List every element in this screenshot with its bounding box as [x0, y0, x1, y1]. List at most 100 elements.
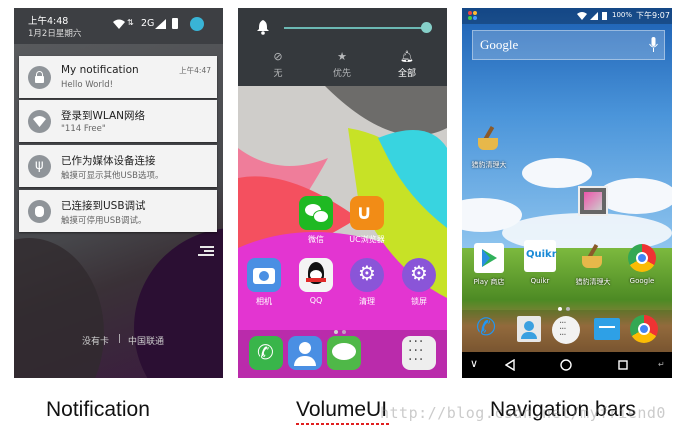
chrome-icon[interactable] — [628, 244, 656, 272]
mode-label: 无 — [273, 69, 283, 79]
usb-icon: ψ — [28, 155, 51, 178]
block-icon: ⊘ — [273, 50, 283, 63]
wechat-app-icon[interactable] — [299, 196, 333, 230]
caption-notification: Notification — [46, 398, 150, 421]
cloud — [597, 178, 672, 214]
notification-card[interactable]: 登录到WLAN网络 "114 Free" — [19, 100, 217, 142]
lock-icon — [28, 66, 51, 89]
notification-title: My notification — [61, 64, 139, 76]
home-icon[interactable] — [560, 359, 572, 371]
cleaner-shortcut[interactable] — [476, 125, 502, 152]
play-store-icon[interactable] — [474, 243, 504, 273]
star-icon: ★ — [337, 50, 347, 63]
wifi-icon — [113, 19, 125, 29]
back-icon[interactable] — [505, 359, 515, 371]
notification-card[interactable]: My notification Hello World! 上午4:47 — [19, 56, 217, 98]
carrier-sim2: 中国联通 — [128, 337, 165, 347]
notification-subtitle: "114 Free" — [61, 124, 106, 134]
notification-title: 已连接到USB调试 — [61, 200, 146, 212]
carrier-sim1: 没有卡 — [82, 337, 110, 347]
app-label: 微信 — [308, 235, 324, 244]
signal-icon — [155, 19, 166, 29]
messages-icon[interactable] — [327, 336, 361, 370]
carrier-separator: | — [118, 334, 122, 344]
cloud — [522, 158, 592, 188]
volume-slider-thumb[interactable] — [421, 22, 432, 33]
app-label: QQ — [309, 296, 323, 305]
bell-icon — [257, 20, 269, 35]
mode-label: 优先 — [332, 69, 351, 79]
apps-icon[interactable]: ··· ··· ··· — [402, 335, 436, 370]
recents-icon[interactable] — [618, 360, 628, 370]
notification-title: 已作为媒体设备连接 — [61, 155, 156, 167]
notification-card[interactable]: ψ 已作为媒体设备连接 触摸可显示其他USB选项。 — [19, 145, 217, 187]
uc-browser-app-icon[interactable]: ∪ — [350, 196, 384, 230]
contacts-icon[interactable] — [517, 316, 541, 342]
messages-icon[interactable] — [594, 318, 620, 340]
app-label: 猎豹清理大 — [471, 161, 507, 169]
debug-icon — [28, 200, 51, 223]
clock: 下午9:07 — [636, 11, 670, 20]
mic-icon[interactable] — [649, 37, 658, 52]
network-type: 2G — [141, 18, 155, 29]
mode-label: 全部 — [397, 69, 416, 79]
chevron-down-icon[interactable]: ∨ — [470, 357, 478, 370]
cleaner-app-icon[interactable] — [580, 243, 606, 270]
notification-subtitle: Hello World! — [61, 80, 114, 90]
wifi-icon — [28, 110, 51, 133]
volume-slider[interactable] — [284, 27, 426, 29]
mode-all[interactable]: 🔔︎ 全部 — [387, 50, 427, 79]
notification-time: 上午4:47 — [179, 66, 211, 75]
photo-widget[interactable] — [578, 186, 608, 216]
settings-avatar-icon[interactable] — [190, 17, 204, 31]
lockscreen-app-icon[interactable]: ⚙ — [402, 258, 436, 292]
app-label: Play 商店 — [473, 278, 505, 286]
apps-icon[interactable]: ··· ··· ··· — [552, 316, 580, 344]
phone-icon[interactable]: ✆ — [474, 313, 502, 343]
app-label: UC浏览器 — [349, 235, 385, 244]
caption-volume: VolumeUI — [296, 398, 388, 421]
status-bar: 上午4:48 1月2日星期六 ⇅ 2G — [14, 8, 223, 44]
app-label: 猎豹清理大 — [575, 278, 611, 286]
volume-screen: ⊘ 无 ★ 优先 🔔︎ 全部 微信 ∪ UC浏览器 相机 QQ ⚙ 清理 ⚙ 锁… — [238, 8, 447, 378]
app-label: Google — [629, 277, 655, 285]
wifi-icon — [577, 12, 587, 20]
quikr-icon[interactable]: Quikr — [524, 240, 557, 272]
clock: 上午4:48 — [28, 16, 69, 27]
navigation-screen: 100% 下午9:07 Google 猎豹清理大 Play 商店 Quikr Q… — [462, 8, 672, 378]
date: 1月2日星期六 — [28, 29, 82, 39]
enter-mark-icon: ↵ — [658, 360, 665, 369]
app-label: Quikr — [530, 277, 550, 285]
battery-percent: 100% — [612, 11, 633, 19]
notification-dots-icon — [468, 11, 478, 21]
qq-app-icon[interactable] — [299, 258, 333, 292]
notification-title: 登录到WLAN网络 — [61, 110, 146, 122]
clear-all-icon[interactable] — [196, 244, 214, 256]
battery-icon — [602, 12, 607, 20]
signal-icon — [590, 12, 598, 20]
app-label: 清理 — [359, 297, 375, 306]
search-placeholder: Google — [480, 37, 519, 52]
notification-screen: 上午4:48 1月2日星期六 ⇅ 2G My notification Hell… — [14, 8, 223, 378]
navigation-bar: ∨ ↵ — [462, 352, 672, 378]
google-search-bar[interactable]: Google — [472, 30, 665, 60]
volume-panel: ⊘ 无 ★ 优先 🔔︎ 全部 — [238, 8, 447, 86]
quikr-logo-text: Quikr — [526, 249, 557, 260]
bell-icon: 🔔︎ — [400, 50, 414, 63]
app-label: 相机 — [256, 297, 272, 306]
app-label: 锁屏 — [411, 297, 427, 306]
notification-card[interactable]: 已连接到USB调试 触摸可停用USB调试。 — [19, 190, 217, 232]
data-arrows-icon: ⇅ — [127, 18, 134, 27]
battery-icon — [172, 18, 178, 29]
camera-app-icon[interactable] — [247, 258, 281, 292]
cleaner-app-icon[interactable]: ⚙ — [350, 258, 384, 292]
page-indicator — [110, 370, 122, 378]
notification-subtitle: 触摸可停用USB调试。 — [61, 216, 147, 226]
watermark: http://blog.csdn.net/myfriend0 — [380, 404, 666, 422]
contacts-icon[interactable] — [288, 336, 322, 370]
notification-subtitle: 触摸可显示其他USB选项。 — [61, 171, 164, 181]
mode-none[interactable]: ⊘ 无 — [258, 50, 298, 79]
chrome-icon[interactable] — [630, 315, 658, 343]
phone-icon[interactable]: ✆ — [249, 336, 283, 370]
mode-priority[interactable]: ★ 优先 — [322, 50, 362, 79]
